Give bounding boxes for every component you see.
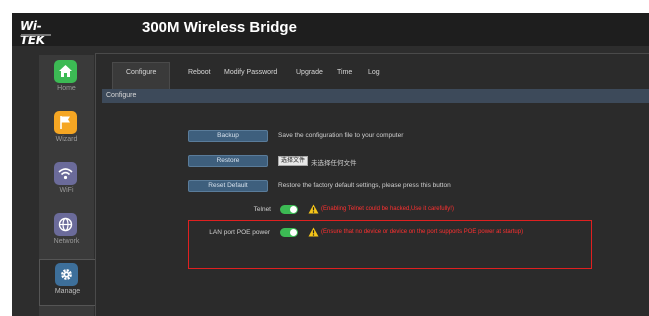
tab-configure[interactable]: Configure xyxy=(126,69,156,76)
sidebar: Home Wizard WiFi Network Manage xyxy=(39,55,95,316)
poe-label: LAN port POE power xyxy=(209,229,270,236)
breadcrumb: Configure xyxy=(106,92,137,99)
sidebar-item-label: Wizard xyxy=(55,136,78,143)
tab-log[interactable]: Log xyxy=(368,69,380,76)
poe-warning: (Ensure that no device or device on the … xyxy=(321,229,524,235)
flag-icon xyxy=(54,111,77,134)
warning-icon xyxy=(308,227,319,237)
brand-logo: Wi-TEK xyxy=(20,17,60,47)
file-status: 未选择任何文件 xyxy=(311,160,357,167)
telnet-label: Telnet xyxy=(253,206,271,213)
breadcrumb-bar: Configure xyxy=(102,89,649,103)
sidebar-item-label: Manage xyxy=(54,288,81,295)
tab-upgrade[interactable]: Upgrade xyxy=(296,69,323,76)
gear-icon xyxy=(55,263,78,286)
poe-highlight-box xyxy=(188,220,592,269)
tab-bar: Configure Reboot Modify Password Upgrade… xyxy=(96,54,649,90)
reset-default-button[interactable]: Reset Default xyxy=(188,180,268,192)
logo-underline xyxy=(21,34,51,36)
choose-file-button[interactable]: 选择文件 xyxy=(278,156,308,166)
sidebar-item-label: Home xyxy=(57,85,76,92)
sidebar-item-label: WiFi xyxy=(59,187,74,194)
page-title: 300M Wireless Bridge xyxy=(142,19,297,36)
globe-icon xyxy=(54,213,77,236)
telnet-toggle[interactable] xyxy=(280,205,298,214)
sidebar-item-home[interactable]: Home xyxy=(39,57,94,103)
tab-modify-password[interactable]: Modify Password xyxy=(224,69,277,76)
sidebar-item-wifi[interactable]: WiFi xyxy=(39,159,94,205)
telnet-warning: (Enabling Telnet could be hacked,Use it … xyxy=(321,206,454,212)
sidebar-item-wizard[interactable]: Wizard xyxy=(39,108,94,154)
reset-description: Restore the factory default settings, pl… xyxy=(278,182,451,189)
top-header: Wi-TEK 300M Wireless Bridge xyxy=(12,13,649,47)
restore-button[interactable]: Restore xyxy=(188,155,268,167)
home-icon xyxy=(54,60,77,83)
toggle-knob xyxy=(290,206,297,213)
app-window: Wi-TEK 300M Wireless Bridge Home Wizard … xyxy=(12,13,649,316)
backup-description: Save the configuration file to your comp… xyxy=(278,132,404,139)
backup-button[interactable]: Backup xyxy=(188,130,268,142)
main-content: Configure Reboot Modify Password Upgrade… xyxy=(95,53,649,316)
sidebar-item-label: Network xyxy=(53,238,80,245)
tab-time[interactable]: Time xyxy=(337,69,352,76)
wifi-icon xyxy=(54,162,77,185)
poe-toggle[interactable] xyxy=(280,228,298,237)
toggle-knob xyxy=(290,229,297,236)
logo-text: Wi-TEK xyxy=(20,19,45,47)
tab-reboot[interactable]: Reboot xyxy=(188,69,211,76)
warning-icon xyxy=(308,204,319,214)
sidebar-item-network[interactable]: Network xyxy=(39,210,94,256)
sidebar-item-manage[interactable]: Manage xyxy=(39,259,95,306)
tab-active-indicator xyxy=(112,62,170,90)
